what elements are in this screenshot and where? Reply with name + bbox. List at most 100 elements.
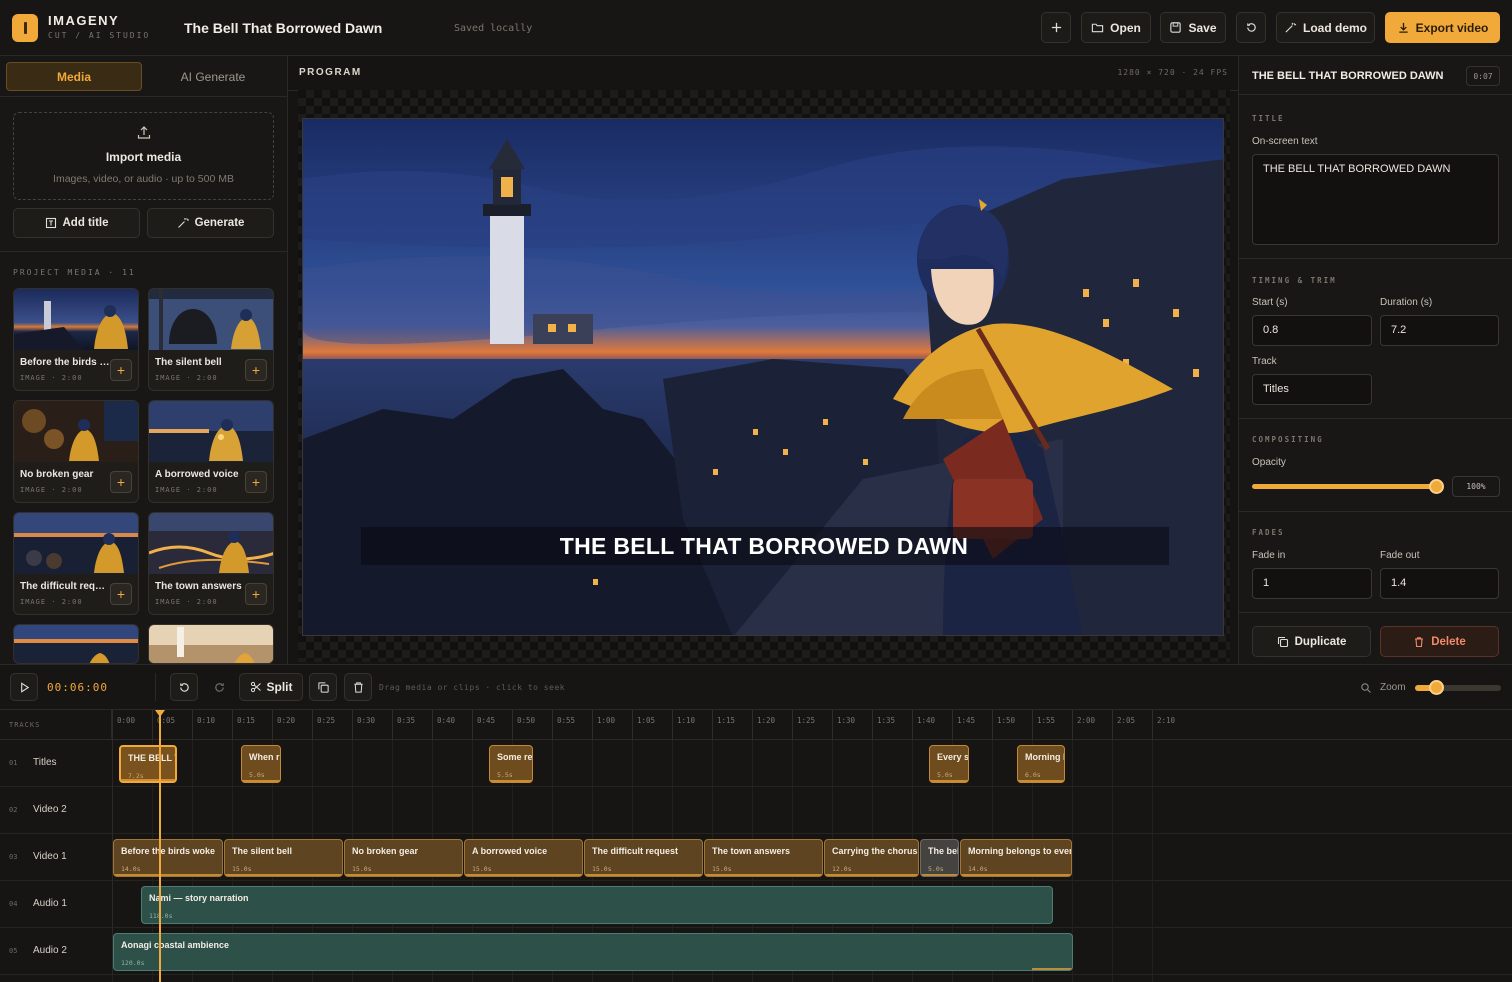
download-icon: [1398, 22, 1408, 33]
media-card[interactable]: A borrowed voice IMAGE · 2:00 +: [148, 400, 274, 503]
title-overlay[interactable]: THE BELL THAT BORROWED DAWN: [303, 533, 1223, 560]
duration-input[interactable]: 7.2: [1380, 315, 1499, 346]
video-clip[interactable]: The bel 5.0s: [920, 839, 959, 877]
opacity-value[interactable]: 100%: [1452, 476, 1500, 497]
program-monitor: PROGRAM 1280 × 720 · 24 FPS THE BELL THA…: [288, 56, 1238, 664]
fade-in-label: Fade in: [1252, 550, 1286, 561]
media-panel: Media AI Generate Import media Images, v…: [0, 56, 288, 664]
new-project-button[interactable]: [1041, 12, 1071, 43]
playhead[interactable]: [159, 711, 161, 982]
generate-button[interactable]: Generate: [147, 208, 274, 238]
import-subtitle: Images, video, or audio · up to 500 MB: [53, 173, 234, 185]
track-lane[interactable]: [112, 787, 1512, 834]
track-number: 01: [9, 759, 18, 767]
duplicate-clip-button[interactable]: [309, 673, 337, 701]
media-card[interactable]: [13, 624, 139, 664]
trash-icon: [1415, 636, 1424, 647]
save-button[interactable]: Save: [1160, 12, 1226, 43]
title-clip[interactable]: Morning l 6.0s: [1017, 745, 1065, 783]
delete-button[interactable]: Delete: [1380, 626, 1499, 657]
start-input[interactable]: 0.8: [1252, 315, 1372, 346]
media-card[interactable]: The silent bell IMAGE · 2:00 +: [148, 288, 274, 391]
video-clip[interactable]: Before the birds woke 14.0s: [113, 839, 223, 877]
track-name: Audio 1: [33, 898, 67, 909]
undo-button[interactable]: [170, 673, 198, 701]
audio-clip[interactable]: Aonagi coastal ambience 120.0s: [113, 933, 1073, 971]
add-title-button[interactable]: Add title: [13, 208, 140, 238]
title-clip[interactable]: THE BELL T 7.2s: [119, 745, 177, 783]
media-card[interactable]: The town answers IMAGE · 2:00 +: [148, 512, 274, 615]
media-thumbnail: [149, 289, 273, 350]
redo-button[interactable]: [205, 673, 233, 701]
title-clip[interactable]: Some re 5.5s: [489, 745, 533, 783]
add-to-timeline-button[interactable]: +: [245, 359, 267, 381]
redo-icon: [214, 682, 224, 692]
import-dropzone[interactable]: Import media Images, video, or audio · u…: [13, 112, 274, 200]
time-ruler[interactable]: 0:00 0:05 0:10 0:15 0:20 0:25 0:30 0:35 0:40 0:45…: [112, 710, 1512, 740]
add-to-timeline-button[interactable]: +: [245, 583, 267, 605]
video-clip[interactable]: The town answers 15.0s: [704, 839, 823, 877]
media-card-meta: IMAGE · 2:00: [20, 486, 83, 494]
video-clip[interactable]: No broken gear 15.0s: [344, 839, 463, 877]
track-label: Track: [1252, 356, 1277, 367]
media-card[interactable]: Before the birds woke IMAGE · 2:00 +: [13, 288, 139, 391]
divider: [1239, 94, 1512, 95]
media-card[interactable]: The difficult request IMAGE · 2:00 +: [13, 512, 139, 615]
video-clip[interactable]: Morning belongs to ever 14.0s: [960, 839, 1072, 877]
ruler-tick-label: 1:45: [957, 716, 976, 725]
media-card[interactable]: [148, 624, 274, 664]
project-title[interactable]: The Bell That Borrowed Dawn: [184, 20, 382, 36]
ruler-tick-label: 1:05: [637, 716, 656, 725]
history-button[interactable]: [1236, 12, 1266, 43]
preview-frame[interactable]: THE BELL THAT BORROWED DAWN: [302, 118, 1224, 636]
onscreen-text-input[interactable]: THE BELL THAT BORROWED DAWN: [1252, 154, 1499, 245]
video-clip[interactable]: The difficult request 15.0s: [584, 839, 703, 877]
track-lane[interactable]: THE BELL T 7.2s When r 5.0s Some re 5.5s Every…: [112, 740, 1512, 787]
opacity-slider-handle[interactable]: [1429, 479, 1444, 494]
ruler-tick: 0:50: [512, 710, 535, 740]
title-clip[interactable]: Every si 5.0s: [929, 745, 969, 783]
zoom-slider-handle[interactable]: [1429, 680, 1444, 695]
media-thumbnail: [14, 289, 138, 350]
track-select[interactable]: Titles: [1252, 374, 1372, 405]
add-to-timeline-button[interactable]: +: [110, 359, 132, 381]
fade-in-input[interactable]: 1: [1252, 568, 1372, 599]
track-lane[interactable]: Aonagi coastal ambience 120.0s: [112, 928, 1512, 975]
add-to-timeline-button[interactable]: +: [110, 471, 132, 493]
ruler-tick-label: 1:50: [997, 716, 1016, 725]
ruler-tick-label: 1:00: [597, 716, 616, 725]
open-button[interactable]: Open: [1081, 12, 1151, 43]
audio-clip[interactable]: Nami — story narration 118.0s: [141, 886, 1053, 924]
clip-progress: [121, 779, 175, 781]
video-clip[interactable]: Carrying the chorus 12.0s: [824, 839, 919, 877]
track-lane[interactable]: Nami — story narration 118.0s: [112, 881, 1512, 928]
play-button[interactable]: [10, 673, 38, 701]
inspector-panel: THE BELL THAT BORROWED DAWN 0:07 TITLE O…: [1238, 56, 1512, 664]
onscreen-text-label: On-screen text: [1252, 136, 1318, 147]
title-clip[interactable]: When r 5.0s: [241, 745, 281, 783]
add-to-timeline-button[interactable]: +: [110, 583, 132, 605]
track-lane[interactable]: Before the birds woke 14.0s The silent bel…: [112, 834, 1512, 881]
brand-name: IMAGENY: [48, 13, 120, 28]
clip-duration: 15.0s: [592, 865, 612, 873]
opacity-slider-track[interactable]: [1252, 484, 1437, 489]
export-video-button[interactable]: Export video: [1385, 12, 1500, 43]
video-clip[interactable]: The silent bell 15.0s: [224, 839, 343, 877]
add-to-timeline-button[interactable]: +: [245, 471, 267, 493]
video-clip[interactable]: A borrowed voice 15.0s: [464, 839, 583, 877]
divider: [1239, 612, 1512, 613]
tab-ai-generate[interactable]: AI Generate: [145, 62, 281, 91]
media-card[interactable]: No broken gear IMAGE · 2:00 +: [13, 400, 139, 503]
ruler-tick-label: 1:35: [877, 716, 896, 725]
clip-progress: [465, 874, 582, 876]
ruler-tick: 2:10: [1152, 710, 1175, 740]
duplicate-button[interactable]: Duplicate: [1252, 626, 1371, 657]
split-button[interactable]: Split: [239, 673, 303, 701]
tab-media[interactable]: Media: [6, 62, 142, 91]
delete-clip-button[interactable]: [344, 673, 372, 701]
load-demo-button[interactable]: Load demo: [1276, 12, 1375, 43]
clip-progress: [225, 874, 342, 876]
ruler-tick: 0:05: [152, 710, 175, 740]
fade-out-input[interactable]: 1.4: [1380, 568, 1499, 599]
save-icon: [1170, 22, 1182, 33]
